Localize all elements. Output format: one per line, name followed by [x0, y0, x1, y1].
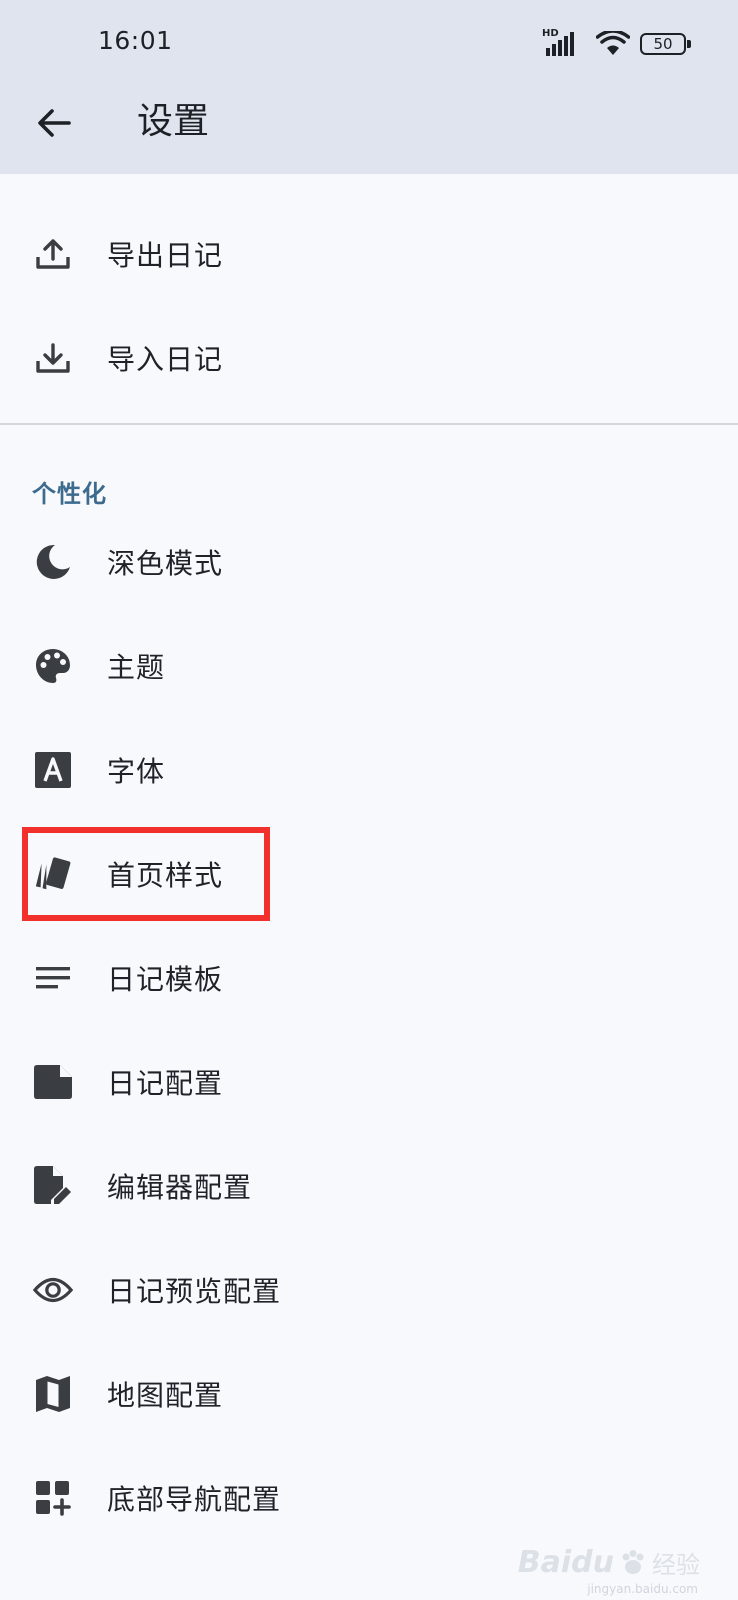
- font-label: 字体: [107, 755, 166, 788]
- watermark-brand: Baidu: [517, 1545, 614, 1580]
- lines-icon: [33, 958, 73, 998]
- theme-item[interactable]: 主题: [0, 618, 738, 714]
- export-diary-item[interactable]: 导出日记: [0, 206, 738, 302]
- dark-mode-item[interactable]: 深色模式: [0, 514, 738, 610]
- import-diary-label: 导入日记: [107, 343, 224, 376]
- watermark-url: jingyan.baidu.com: [587, 1582, 698, 1596]
- note-icon: [33, 1062, 73, 1102]
- diary-config-item[interactable]: 日记配置: [0, 1034, 738, 1130]
- cards-icon: [33, 854, 73, 894]
- font-icon: [33, 750, 73, 790]
- upload-icon: [33, 234, 73, 274]
- home-style-item[interactable]: 首页样式: [0, 826, 738, 922]
- import-diary-item[interactable]: 导入日记: [0, 310, 738, 406]
- moon-icon: [33, 542, 73, 582]
- back-button[interactable]: [26, 95, 82, 151]
- diary-preview-config-item[interactable]: 日记预览配置: [0, 1242, 738, 1338]
- section-divider: [0, 423, 738, 425]
- cellular-signal-icon: HD: [542, 28, 586, 58]
- diary-config-label: 日记配置: [107, 1067, 224, 1100]
- watermark-sub: 经验: [652, 1551, 700, 1579]
- watermark: Baidu 经验: [518, 1545, 700, 1580]
- export-diary-label: 导出日记: [107, 239, 224, 272]
- status-icons: HD 50: [542, 28, 691, 58]
- map-icon: [33, 1374, 73, 1414]
- bottom-nav-config-item[interactable]: 底部导航配置: [0, 1450, 738, 1546]
- wifi-icon: [596, 31, 630, 55]
- editor-config-label: 编辑器配置: [107, 1171, 253, 1204]
- download-icon: [33, 338, 73, 378]
- home-style-label: 首页样式: [107, 859, 224, 892]
- app-bar: 16:01 HD 50 设置: [0, 0, 738, 174]
- page-title: 设置: [137, 101, 210, 142]
- battery-icon: 50: [640, 33, 691, 55]
- paw-icon: [622, 1549, 644, 1574]
- map-config-item[interactable]: 地图配置: [0, 1346, 738, 1442]
- battery-level: 50: [653, 35, 673, 53]
- editor-config-item[interactable]: 编辑器配置: [0, 1138, 738, 1234]
- arrow-left-icon: [38, 109, 71, 137]
- bottom-nav-config-label: 底部导航配置: [107, 1483, 282, 1516]
- dashboard-add-icon: [33, 1478, 73, 1518]
- edit-document-icon: [33, 1166, 73, 1206]
- status-time: 16:01: [98, 26, 173, 55]
- diary-template-label: 日记模板: [107, 963, 224, 996]
- diary-template-item[interactable]: 日记模板: [0, 930, 738, 1026]
- dark-mode-label: 深色模式: [107, 547, 224, 580]
- palette-icon: [33, 646, 73, 686]
- diary-preview-config-label: 日记预览配置: [107, 1275, 282, 1308]
- network-type-label: HD: [542, 28, 559, 39]
- theme-label: 主题: [107, 651, 166, 684]
- map-config-label: 地图配置: [107, 1379, 224, 1412]
- eye-icon: [33, 1270, 73, 1310]
- section-header-personalization: 个性化: [32, 480, 107, 508]
- font-item[interactable]: 字体: [0, 722, 738, 818]
